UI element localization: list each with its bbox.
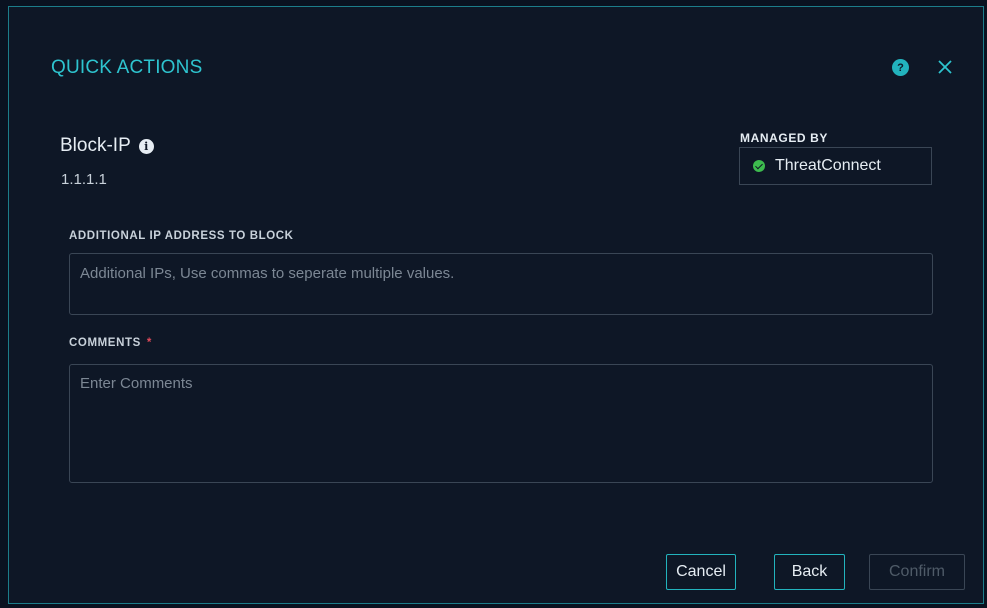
additional-ip-input[interactable] bbox=[69, 253, 933, 315]
managed-by-box: ThreatConnect bbox=[739, 147, 932, 185]
cancel-button[interactable]: Cancel bbox=[666, 554, 736, 590]
comments-label: COMMENTS * bbox=[69, 337, 152, 349]
managed-by-label: MANAGED BY bbox=[740, 131, 829, 145]
back-button[interactable]: Back bbox=[774, 554, 845, 590]
managed-by-value: ThreatConnect bbox=[775, 157, 881, 174]
additional-ip-label: ADDITIONAL IP ADDRESS TO BLOCK bbox=[69, 230, 294, 242]
modal-title: QUICK ACTIONS bbox=[51, 57, 203, 78]
comments-textarea[interactable] bbox=[69, 364, 933, 483]
target-ip: 1.1.1.1 bbox=[61, 171, 107, 188]
quick-actions-modal: QUICK ACTIONS ? Block-IP i 1.1.1.1 MANAG… bbox=[8, 6, 984, 604]
action-name-label: Block-IP bbox=[60, 135, 131, 156]
help-icon[interactable]: ? bbox=[892, 59, 909, 76]
close-icon[interactable] bbox=[934, 56, 956, 78]
confirm-button[interactable]: Confirm bbox=[869, 554, 965, 590]
comments-label-text: COMMENTS bbox=[69, 337, 141, 349]
help-icon-glyph: ? bbox=[897, 61, 904, 74]
info-icon[interactable]: i bbox=[138, 138, 154, 154]
info-icon-glyph: i bbox=[144, 139, 149, 153]
status-check-icon bbox=[753, 160, 765, 172]
required-mark: * bbox=[146, 337, 152, 349]
action-name: Block-IP i bbox=[60, 135, 154, 157]
